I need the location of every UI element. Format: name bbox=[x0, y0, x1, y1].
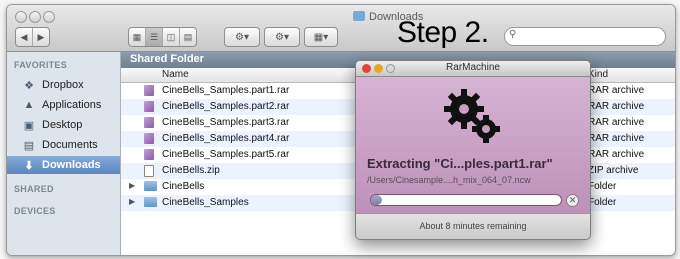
folder-icon bbox=[144, 197, 157, 207]
file-kind: RAR archive bbox=[588, 117, 645, 128]
time-remaining: About 8 minutes remaining bbox=[356, 213, 590, 239]
file-kind: ZIP archive bbox=[588, 165, 639, 176]
search-input[interactable]: ⚲ bbox=[504, 27, 666, 46]
back-forward-buttons: ◀ ▶ bbox=[15, 27, 50, 47]
sidebar-item-label: Documents bbox=[42, 139, 98, 151]
file-name: CineBells_Samples.part4.rar bbox=[162, 133, 290, 144]
back-button[interactable]: ◀ bbox=[16, 28, 33, 46]
coverflow-view-icon[interactable]: ▤ bbox=[180, 28, 196, 46]
rar-file-icon bbox=[144, 149, 154, 160]
progress-fill bbox=[371, 195, 383, 205]
column-view-icon[interactable]: ◫ bbox=[163, 28, 180, 46]
rar-file-icon bbox=[144, 101, 154, 112]
column-header-name[interactable]: Name bbox=[162, 69, 189, 80]
icon-view-icon[interactable]: ▦ bbox=[129, 28, 146, 46]
sidebar-item-label: Applications bbox=[42, 99, 102, 111]
file-name: CineBells bbox=[162, 181, 205, 192]
sidebar-item-documents[interactable]: ▤ Documents bbox=[7, 136, 120, 154]
sidebar-item-label: Dropbox bbox=[42, 79, 84, 91]
rarmachine-dialog: RarMachine Extracting "Ci...ples.part1.r… bbox=[355, 60, 591, 240]
step-caption: Step 2. bbox=[397, 16, 489, 49]
cancel-extraction-button[interactable]: ✕ bbox=[566, 194, 579, 207]
desktop-icon: ▣ bbox=[23, 119, 35, 132]
folder-icon bbox=[353, 11, 365, 21]
gear-icon: ⚙▾ bbox=[235, 31, 249, 43]
file-kind: Folder bbox=[588, 197, 617, 208]
list-arrange-icon: ▦▾ bbox=[313, 31, 329, 43]
sidebar-item-applications[interactable]: ▲ Applications bbox=[7, 96, 120, 114]
file-name: CineBells_Samples.part1.rar bbox=[162, 85, 290, 96]
sidebar-item-downloads[interactable]: ⬇ Downloads bbox=[7, 156, 120, 174]
close-window-button[interactable] bbox=[15, 11, 27, 23]
file-name: CineBells_Samples bbox=[162, 197, 249, 208]
file-name: CineBells.zip bbox=[162, 165, 220, 176]
file-name: CineBells_Samples.part5.rar bbox=[162, 149, 290, 160]
rar-file-icon bbox=[144, 117, 154, 128]
downloads-icon: ⬇ bbox=[24, 159, 34, 172]
progress-bar bbox=[370, 194, 562, 206]
dialog-title: RarMachine bbox=[446, 62, 500, 73]
column-header-kind[interactable]: Kind bbox=[588, 69, 608, 80]
documents-icon: ▤ bbox=[23, 139, 35, 152]
dropbox-icon: ❖ bbox=[24, 79, 34, 92]
file-name: CineBells_Samples.part3.rar bbox=[162, 117, 290, 128]
extracting-status: Extracting "Ci...ples.part1.rar" bbox=[367, 156, 553, 171]
disclosure-triangle-icon[interactable]: ▶ bbox=[129, 181, 135, 190]
rar-file-icon bbox=[144, 85, 154, 96]
disclosure-triangle-icon[interactable]: ▶ bbox=[129, 197, 135, 206]
file-kind: RAR archive bbox=[588, 85, 645, 96]
path-title: Shared Folder bbox=[130, 53, 204, 65]
extracting-path: /Users/Cinesample....h_mix_064_07.ncw bbox=[367, 175, 531, 185]
zoom-window-button[interactable] bbox=[43, 11, 55, 23]
arrange-icon: ⚙▾ bbox=[275, 31, 289, 43]
forward-button[interactable]: ▶ bbox=[33, 28, 49, 46]
sidebar-item-label: Downloads bbox=[42, 159, 101, 171]
sidebar-item-dropbox[interactable]: ❖ Dropbox bbox=[7, 76, 120, 94]
applications-icon: ▲ bbox=[23, 99, 35, 111]
search-icon: ⚲ bbox=[509, 29, 517, 40]
title-bar: Downloads ◀ ▶ ▦ ☰ ◫ ▤ ⚙▾ ⚙▾ ▦▾ Step 2. ⚲ bbox=[7, 5, 675, 52]
arrange-button[interactable]: ⚙▾ bbox=[264, 27, 300, 47]
view-switcher: ▦ ☰ ◫ ▤ bbox=[128, 27, 197, 47]
gears-icon bbox=[444, 89, 500, 143]
rar-file-icon bbox=[144, 133, 154, 144]
sidebar-header-favorites: FAVORITES bbox=[14, 60, 68, 70]
folder-icon bbox=[144, 181, 157, 191]
file-kind: RAR archive bbox=[588, 101, 645, 112]
dialog-title-bar: RarMachine bbox=[356, 61, 590, 77]
minimize-window-button[interactable] bbox=[29, 11, 41, 23]
sidebar-header-devices: DEVICES bbox=[14, 206, 56, 216]
file-kind: RAR archive bbox=[588, 149, 645, 160]
sidebar-header-shared: SHARED bbox=[14, 184, 54, 194]
sidebar-item-desktop[interactable]: ▣ Desktop bbox=[7, 116, 120, 134]
file-kind: Folder bbox=[588, 181, 617, 192]
file-kind: RAR archive bbox=[588, 133, 645, 144]
list-arrange-button[interactable]: ▦▾ bbox=[304, 27, 338, 47]
sidebar: FAVORITES ❖ Dropbox ▲ Applications ▣ Des… bbox=[7, 52, 121, 255]
zip-file-icon bbox=[144, 165, 154, 177]
file-name: CineBells_Samples.part2.rar bbox=[162, 101, 290, 112]
sidebar-item-label: Desktop bbox=[42, 119, 83, 131]
action-button[interactable]: ⚙▾ bbox=[224, 27, 260, 47]
list-view-icon[interactable]: ☰ bbox=[146, 28, 163, 46]
